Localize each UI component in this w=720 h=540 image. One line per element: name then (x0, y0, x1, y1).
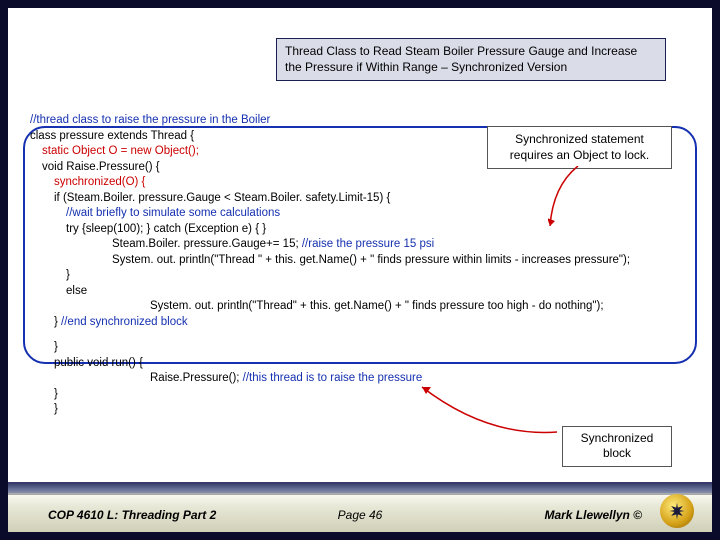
footer-divider (8, 482, 712, 494)
code-line: else (66, 284, 690, 300)
code-line: System. out. println("Thread " + this. g… (112, 253, 690, 269)
code-line: } //end synchronized block (54, 315, 690, 331)
code-line: } (54, 387, 690, 403)
code-line: } (54, 340, 690, 356)
title-box: Thread Class to Read Steam Boiler Pressu… (276, 38, 666, 81)
code-line: Steam.Boiler. pressure.Gauge+= 15; //rai… (112, 237, 690, 253)
code-line: if (Steam.Boiler. pressure.Gauge < Steam… (54, 191, 690, 207)
annotation-text: Synchronized statement requires an Objec… (510, 132, 649, 162)
code-line: public void run() { (54, 356, 690, 372)
code-line: //wait briefly to simulate some calculat… (66, 206, 690, 222)
arrow-icon (548, 166, 588, 236)
annotation-text: Synchronized block (581, 431, 654, 461)
code-line: synchronized(O) { (54, 175, 690, 191)
code-line: try {sleep(100); } catch (Exception e) {… (66, 222, 690, 238)
code-line: } (66, 268, 690, 284)
annotation-sync-block: Synchronized block (562, 426, 672, 467)
title-text: Thread Class to Read Steam Boiler Pressu… (285, 44, 637, 74)
footer-bar: COP 4610 L: Threading Part 2 Page 46 Mar… (8, 494, 712, 532)
annotation-sync-object: Synchronized statement requires an Objec… (487, 126, 672, 169)
slide: Thread Class to Read Steam Boiler Pressu… (8, 8, 712, 532)
code-line: System. out. println("Thread" + this. ge… (150, 299, 690, 315)
code-line: } (54, 402, 690, 418)
arrow-icon (417, 382, 557, 442)
ucf-logo-icon (660, 494, 694, 528)
footer-author: Mark Llewellyn © (544, 508, 642, 522)
